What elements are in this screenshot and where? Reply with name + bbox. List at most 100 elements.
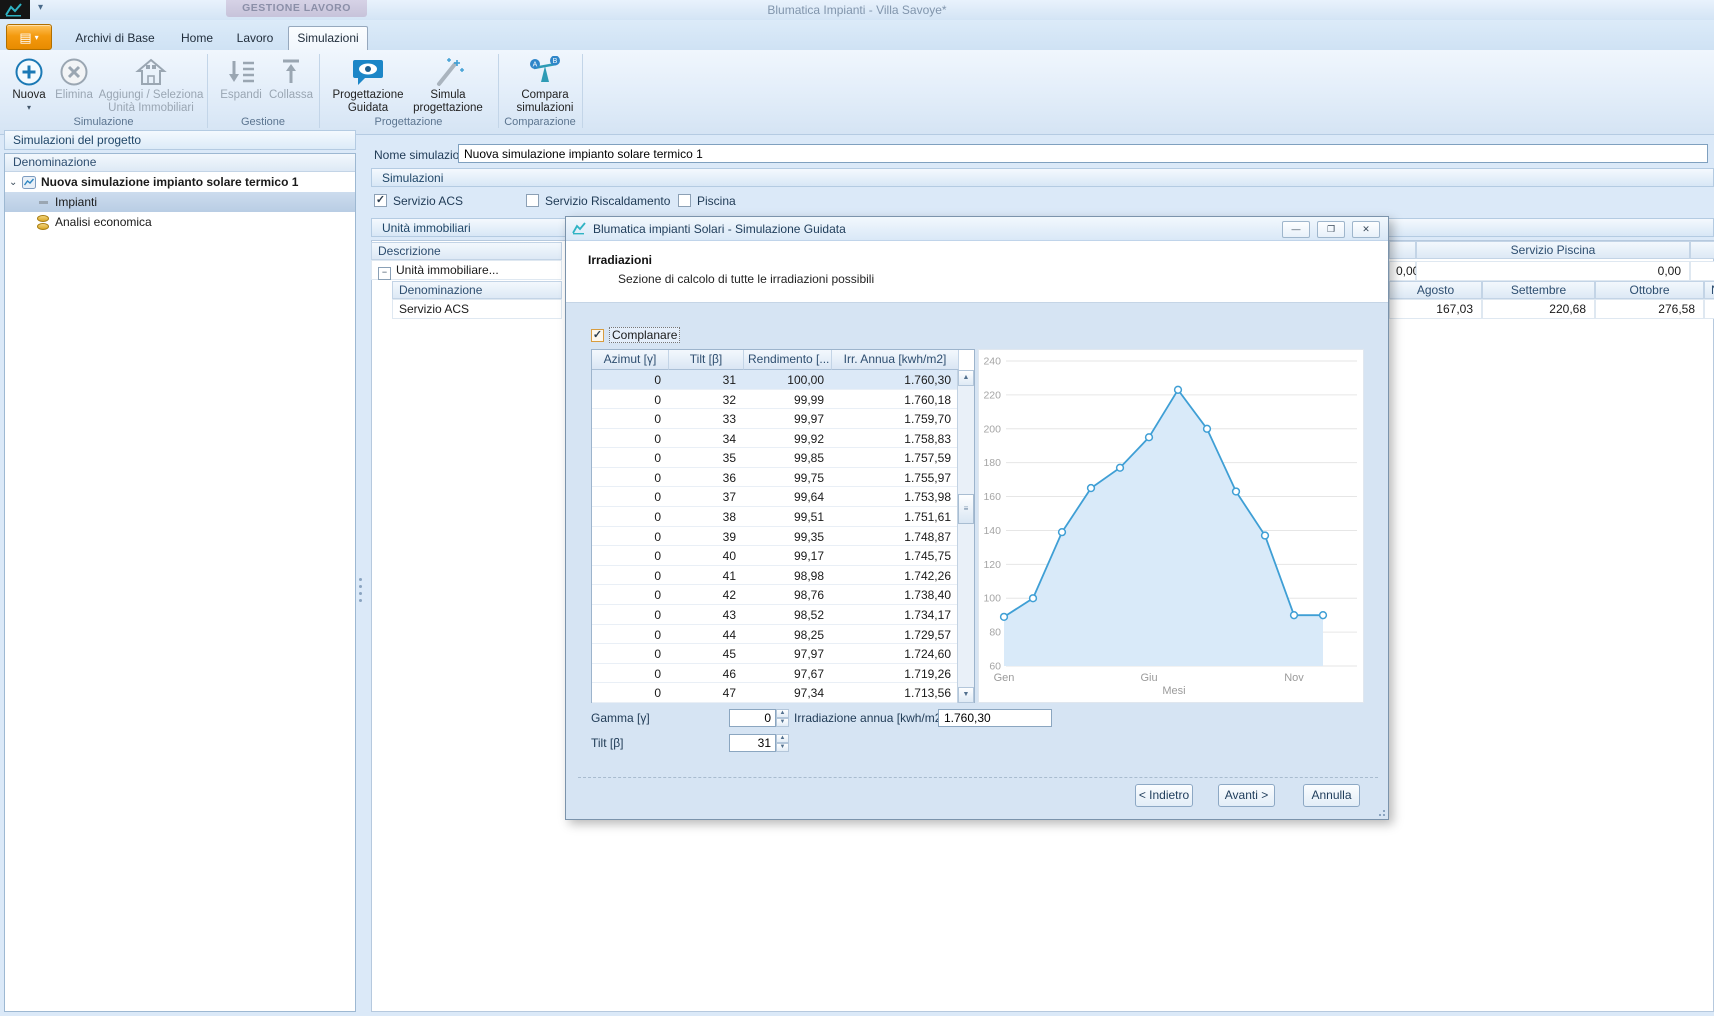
tilt-input[interactable] (729, 734, 776, 752)
irradiation-cell: 42 (669, 585, 744, 605)
irradiation-row[interactable]: 04498,251.729,57 (592, 625, 959, 645)
irradiation-cell: 44 (669, 625, 744, 645)
unita-immobiliare-row[interactable]: −Unità immobiliare... (371, 260, 562, 280)
irradiation-row[interactable]: 04398,521.734,17 (592, 605, 959, 625)
irradiation-cell: 37 (669, 487, 744, 507)
tab-lavoro[interactable]: Lavoro (226, 26, 284, 50)
dialog-title-bar[interactable]: Blumatica impianti Solari - Simulazione … (566, 217, 1388, 241)
tilt-spinner[interactable]: ▲ ▼ (776, 734, 789, 752)
irradiation-row[interactable]: 04198,981.742,26 (592, 566, 959, 586)
ribbon-button-elimina: Elimina (52, 53, 96, 102)
minimize-icon[interactable]: — (1282, 221, 1310, 238)
tree-item-analisi-economica[interactable]: Analisi economica (5, 212, 355, 232)
irradiation-cell: 0 (592, 429, 669, 449)
gamma-input[interactable] (729, 709, 776, 727)
irradiation-line-chart: 6080100120140160180200220240GenGiuNovMes… (979, 350, 1363, 702)
irradiation-row[interactable]: 03899,511.751,61 (592, 507, 959, 527)
checkbox-complanare[interactable]: Complanare (591, 327, 680, 343)
svg-text:220: 220 (983, 389, 1001, 401)
ribbon-group-label-progettazione: Progettazione (319, 116, 498, 130)
scroll-down-icon[interactable]: ▼ (958, 687, 974, 703)
irradiation-row[interactable]: 03599,851.757,59 (592, 448, 959, 468)
next-button[interactable]: Avanti > (1218, 784, 1275, 807)
month-header-novembre[interactable]: Novem (1704, 281, 1714, 299)
resize-grip[interactable] (1375, 806, 1385, 816)
irradiation-row[interactable]: 03499,921.758,83 (592, 429, 959, 449)
close-icon[interactable]: ✕ (1352, 221, 1380, 238)
right-table-next-header (1690, 241, 1714, 259)
tab-archivi-di-base[interactable]: Archivi di Base (62, 26, 168, 50)
gamma-label: Gamma [γ] (591, 711, 650, 725)
col-header-azimut[interactable]: Azimut [γ] (592, 350, 669, 370)
back-button[interactable]: < Indietro (1135, 784, 1193, 807)
ribbon-button-progettazione-guidata[interactable]: Progettazione Guidata (330, 53, 406, 115)
svg-text:60: 60 (989, 661, 1001, 673)
spinner-up-icon[interactable]: ▲ (776, 709, 789, 718)
ribbon: Nuova ▾ Elimina Aggiungi / Seleziona Uni… (0, 50, 1714, 135)
checkbox-piscina[interactable] (678, 194, 691, 207)
irradiation-row[interactable]: 04099,171.745,75 (592, 546, 959, 566)
table-scrollbar[interactable]: ▲ ≡ ▼ (957, 370, 974, 703)
ribbon-button-aggiungi-seleziona: Aggiungi / Seleziona Unità Immobiliari (96, 53, 206, 115)
irradiation-cell: 1.724,60 (832, 644, 959, 664)
svg-text:Mesi: Mesi (1162, 685, 1185, 697)
servizio-acs-row[interactable]: Servizio ACS (392, 299, 562, 319)
panel-splitter[interactable] (359, 578, 364, 602)
col-header-tilt[interactable]: Tilt [β] (669, 350, 744, 370)
scrollbar-thumb[interactable]: ≡ (958, 494, 974, 524)
month-header-agosto[interactable]: Agosto (1389, 281, 1482, 299)
tree-item-impianti[interactable]: Impianti (5, 192, 355, 212)
spinner-down-icon[interactable]: ▼ (776, 718, 789, 727)
irradiation-row[interactable]: 04697,671.719,26 (592, 664, 959, 684)
irradiation-row[interactable]: 03799,641.753,98 (592, 487, 959, 507)
ribbon-button-nuova[interactable]: Nuova ▾ (6, 53, 52, 112)
cancel-button[interactable]: Annulla (1303, 784, 1360, 807)
tab-simulazioni[interactable]: Simulazioni (288, 26, 368, 51)
irradiation-row[interactable]: 03999,351.748,87 (592, 527, 959, 547)
ribbon-button-simula-progettazione[interactable]: Simula progettazione (406, 53, 490, 115)
irradiation-cell: 47 (669, 683, 744, 703)
scroll-up-icon[interactable]: ▲ (958, 370, 974, 386)
complanare-checkbox-box[interactable] (591, 329, 604, 342)
gamma-spinner[interactable]: ▲ ▼ (776, 709, 789, 727)
denominazione-column-header[interactable]: Denominazione (5, 154, 355, 172)
irradiation-row[interactable]: 04597,971.724,60 (592, 644, 959, 664)
irradiazione-annua-field[interactable] (938, 709, 1052, 727)
month-value-cell: 167,03 (1389, 299, 1482, 319)
irradiation-row[interactable]: 031100,001.760,30 (592, 370, 959, 390)
descrizione-column-header[interactable]: Descrizione (371, 242, 562, 260)
tab-home[interactable]: Home (172, 26, 222, 50)
simulation-name-input[interactable] (458, 144, 1708, 163)
irradiation-row[interactable]: 04797,341.713,56 (592, 683, 959, 703)
irradiation-cell: 38 (669, 507, 744, 527)
spinner-up-icon[interactable]: ▲ (776, 734, 789, 743)
maximize-icon[interactable]: ❐ (1317, 221, 1345, 238)
ribbon-button-compara-simulazioni[interactable]: AB Compara simulazioni (506, 53, 584, 115)
application-window: ▾ Blumatica Impianti - Villa Savoye* GES… (0, 0, 1714, 1016)
application-menu-button[interactable]: ▤ ▾ (6, 24, 52, 50)
irradiation-row[interactable]: 03699,751.755,97 (592, 468, 959, 488)
spinner-down-icon[interactable]: ▼ (776, 743, 789, 752)
denominazione-sub-header[interactable]: Denominazione (392, 281, 562, 299)
irradiation-row[interactable]: 03399,971.759,70 (592, 409, 959, 429)
irradiation-cell: 0 (592, 664, 669, 684)
irradiation-cell: 1.729,57 (832, 625, 959, 645)
tree-expander-icon[interactable]: ⌄ (9, 177, 21, 188)
tree-root-simulation[interactable]: ⌄ Nuova simulazione impianto solare term… (5, 172, 355, 192)
app-menu-icon: ▤ (19, 31, 31, 44)
total-cell: 0,00 (1416, 261, 1690, 281)
irradiation-cell: 34 (669, 429, 744, 449)
svg-text:240: 240 (983, 356, 1001, 368)
month-header-settembre[interactable]: Settembre (1482, 281, 1595, 299)
checkbox-servizio-riscaldamento[interactable] (526, 194, 539, 207)
col-header-rendimento[interactable]: Rendimento [... (744, 350, 832, 370)
month-header-ottobre[interactable]: Ottobre (1595, 281, 1704, 299)
irradiation-row[interactable]: 03299,991.760,18 (592, 390, 959, 410)
simulazione-guidata-dialog: Blumatica impianti Solari - Simulazione … (565, 216, 1389, 820)
servizio-piscina-header[interactable]: Servizio Piscina (1416, 241, 1690, 259)
irradiation-row[interactable]: 04298,761.738,40 (592, 585, 959, 605)
col-header-irr-annua[interactable]: Irr. Annua [kwh/m2] (832, 350, 959, 370)
svg-text:100: 100 (983, 593, 1001, 605)
collapse-box-icon[interactable]: − (378, 267, 391, 280)
checkbox-servizio-acs[interactable] (374, 194, 387, 207)
